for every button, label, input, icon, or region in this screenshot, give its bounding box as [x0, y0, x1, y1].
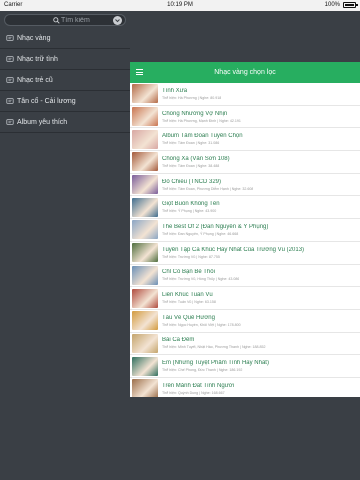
list-item[interactable]: The Best Of 2 (Đan Nguyên & Ý Phụng) Thể …	[130, 219, 360, 242]
sidebar-item-label: Nhạc trẻ cũ	[17, 76, 53, 84]
sidebar-item-4[interactable]: Album yêu thích	[0, 112, 130, 133]
album-title: Bài Ca Đêm	[162, 337, 195, 344]
panel-title: Nhạc vàng chọn lọc	[214, 69, 276, 76]
album-title: Chồng Xa (Vân Sơn 108)	[162, 155, 230, 162]
list-item[interactable]: Đò Chiều (TNCD 329) Thể hiện: Tâm Đoan, P…	[130, 174, 360, 197]
album-thumbnail	[132, 220, 158, 240]
album-title: Trên Mảnh Đất Tình Người	[162, 382, 234, 389]
list-item[interactable]: Liên Khúc Tuấn Vũ Thể hiện: Tuấn Vũ | Ngh…	[130, 287, 360, 310]
search-input[interactable]	[61, 16, 111, 25]
sidebar-item-label: Tân cổ - Cải lương	[17, 97, 76, 105]
album-list: Tình Xưa Thể hiện: Hà Phương | Nghe: 80.9…	[130, 83, 360, 397]
sidebar-item-0[interactable]: Nhạc vàng	[0, 28, 130, 49]
album-subtitle: Thể hiện: Tuấn Vũ | Nghe: 63.158	[162, 300, 216, 305]
album-subtitle: Thể hiện: Minh Tuyết, Nhật Hào, Phương T…	[162, 345, 266, 350]
sidebar-item-2[interactable]: Nhạc trẻ cũ	[0, 70, 130, 91]
clear-search-icon[interactable]	[113, 16, 122, 25]
status-bar: Carrier 10:19 PM 100%	[0, 0, 360, 11]
album-subtitle: Thể hiện: Đan Nguyên, Ý Phụng | Nghe: 46…	[162, 231, 239, 236]
album-title: Giọt Buồn Không Tên	[162, 201, 220, 208]
album-subtitle: Thể hiện: Trường Vũ, Hồng Thủy | Nghe: 4…	[162, 277, 240, 282]
album-title: Liên Khúc Tuấn Vũ	[162, 292, 213, 299]
album-title: Tuyển Tập Ca Khúc Hay Nhất Của Trường Vũ…	[162, 246, 305, 253]
list-item[interactable]: Em (Những Tuyệt Phẩm Tình Hay Nhất) Thể h…	[130, 355, 360, 378]
sidebar-item-label: Nhạc vàng	[17, 34, 51, 42]
music-folder-icon	[6, 56, 14, 62]
album-thumbnail	[132, 356, 158, 376]
music-folder-icon	[6, 77, 14, 83]
sidebar: Nhạc vàng Nhạc trữ tình Nhạc trẻ cũ Tân cổ …	[0, 11, 130, 480]
album-thumbnail	[132, 288, 158, 308]
list-item[interactable]: Tuyển Tập Ca Khúc Hay Nhất Của Trường Vũ…	[130, 242, 360, 265]
clock-label: 10:19 PM	[167, 2, 193, 8]
music-folder-icon	[6, 119, 14, 125]
album-thumbnail	[132, 84, 158, 104]
sidebar-item-3[interactable]: Tân cổ - Cải lương	[0, 91, 130, 112]
album-subtitle: Thể hiện: Quỳnh Dung | Nghe: 168.667	[162, 390, 225, 395]
sidebar-item-label: Album yêu thích	[17, 118, 68, 126]
list-item[interactable]: Bài Ca Đêm Thể hiện: Minh Tuyết, Nhật Hào…	[130, 333, 360, 356]
sidebar-item-1[interactable]: Nhạc trữ tình	[0, 49, 130, 70]
album-thumbnail	[132, 243, 158, 263]
album-subtitle: Thể hiện: Trường Vũ | Nghe: 87.755	[162, 254, 220, 259]
search-icon	[53, 17, 60, 24]
album-subtitle: Thể hiện: Hà Phương | Nghe: 80.918	[162, 95, 222, 100]
album-subtitle: Thể hiện: Ngọc Huyền, Khôi Việt | Nghe: …	[162, 322, 241, 327]
list-item[interactable]: Chồng Xa (Vân Sơn 108) Thể hiện: Tâm Đoan…	[130, 151, 360, 174]
album-subtitle: Thể hiện: Hà Phương, Mạnh Đình | Nghe: 4…	[162, 118, 241, 123]
list-item[interactable]: Tàu Về Quê Hương Thể hiện: Ngọc Huyền, Kh…	[130, 310, 360, 333]
album-thumbnail	[132, 107, 158, 127]
battery-status: 100%	[324, 2, 358, 8]
album-thumbnail	[132, 333, 158, 353]
album-thumbnail	[132, 379, 158, 397]
sidebar-item-label: Nhạc trữ tình	[17, 55, 58, 63]
list-item[interactable]: Tình Xưa Thể hiện: Hà Phương | Nghe: 80.9…	[130, 83, 360, 106]
hamburger-menu-icon[interactable]	[136, 69, 143, 75]
list-item[interactable]: Trên Mảnh Đất Tình Người Thể hiện: Quỳnh …	[130, 378, 360, 397]
music-folder-icon	[6, 98, 14, 104]
chevron-down-icon	[115, 19, 120, 23]
album-title: Album Tâm Đoan Tuyển Chọn	[162, 133, 243, 140]
album-title: Tàu Về Quê Hương	[162, 314, 215, 321]
album-title: Tình Xưa	[162, 87, 188, 94]
album-thumbnail	[132, 152, 158, 172]
music-folder-icon	[6, 35, 14, 41]
album-thumbnail	[132, 311, 158, 331]
album-subtitle: Thể hiện: Tâm Đoan | Nghe: 31.086	[162, 141, 220, 146]
album-subtitle: Thể hiện: Chế Phong, Đức Thanh | Nghe: 1…	[162, 368, 243, 373]
sidebar-menu: Nhạc vàng Nhạc trữ tình Nhạc trẻ cũ Tân cổ …	[0, 28, 130, 133]
album-title: The Best Of 2 (Đan Nguyên & Ý Phụng)	[162, 223, 269, 230]
album-subtitle: Thể hiện: Tâm Đoan | Nghe: 38.488	[162, 163, 220, 168]
battery-icon	[343, 2, 358, 8]
album-thumbnail	[132, 175, 158, 195]
album-title: Chồng Nhường Vợ Nhịn	[162, 110, 228, 117]
album-title: Chỉ Có Bạn Bè Thôi	[162, 269, 215, 276]
album-subtitle: Thể hiện: Ý Phụng | Nghe: 43.900	[162, 209, 217, 214]
panel-header: Nhạc vàng chọn lọc	[130, 62, 360, 83]
album-thumbnail	[132, 265, 158, 285]
album-subtitle: Thể hiện: Tâm Đoan, Phương Diễm Hạnh | N…	[162, 186, 254, 191]
album-thumbnail	[132, 129, 158, 149]
list-item[interactable]: Giọt Buồn Không Tên Thể hiện: Ý Phụng | N…	[130, 196, 360, 220]
album-title: Đò Chiều (TNCD 329)	[162, 178, 222, 185]
battery-percent: 100%	[324, 2, 340, 8]
album-title: Em (Những Tuyệt Phẩm Tình Hay Nhất)	[162, 360, 269, 367]
list-item[interactable]: Chỉ Có Bạn Bè Thôi Thể hiện: Trường Vũ, H…	[130, 265, 360, 288]
list-item[interactable]: Chồng Nhường Vợ Nhịn Thể hiện: Hà Phương,…	[130, 106, 360, 129]
playlist-panel: Nhạc vàng chọn lọc Tình Xưa Thể hiện: Hà …	[130, 62, 360, 397]
list-item[interactable]: Album Tâm Đoan Tuyển Chọn Thể hiện: Tâm Đ…	[130, 128, 360, 152]
search-bar	[0, 11, 130, 28]
album-thumbnail	[132, 197, 158, 217]
search-box[interactable]	[4, 14, 126, 26]
